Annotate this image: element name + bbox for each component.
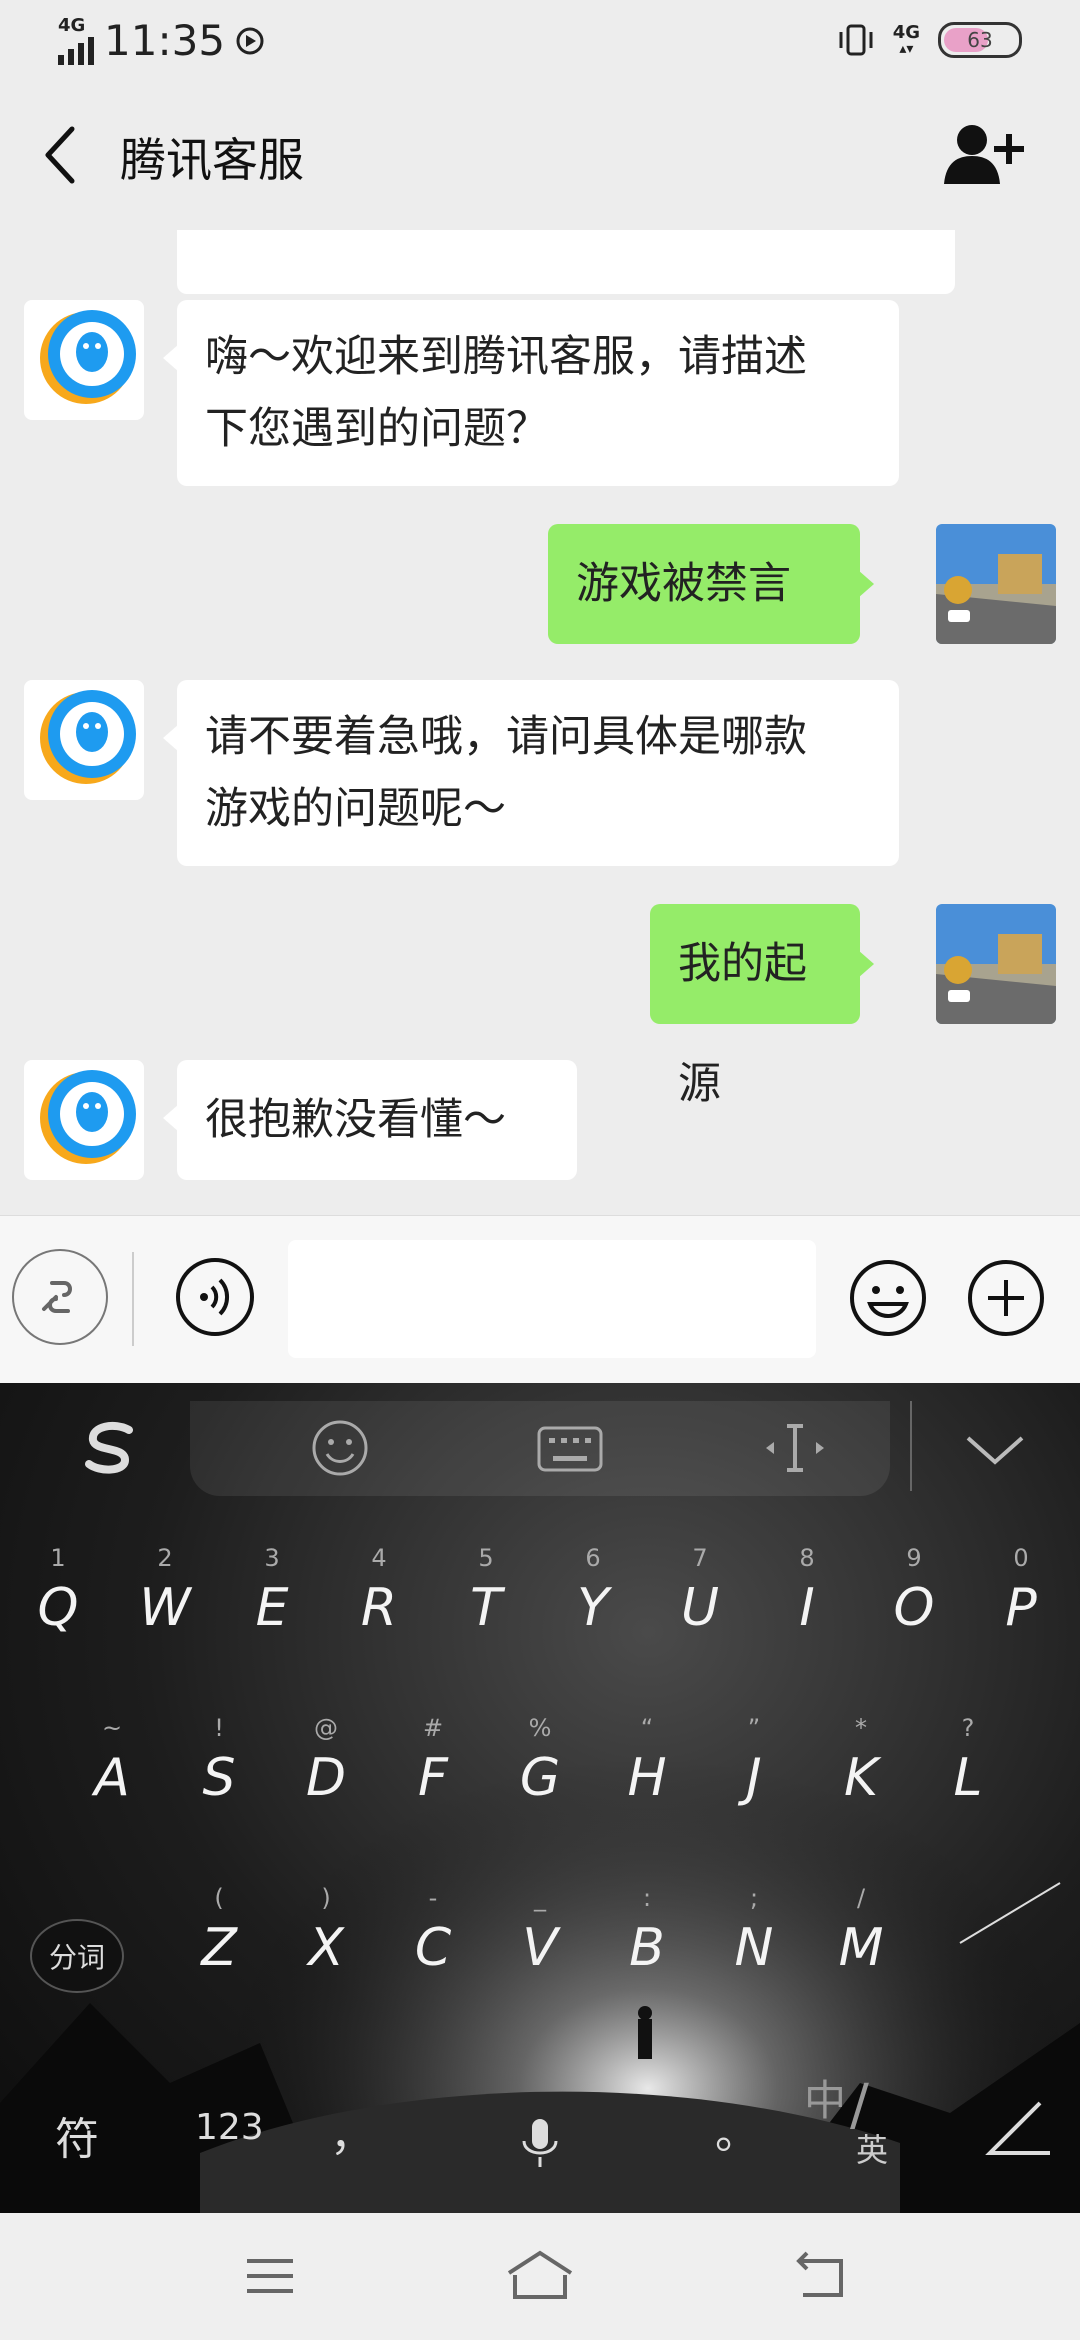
user-photo-icon <box>936 904 1056 1024</box>
key-d[interactable]: @ D <box>286 1713 366 1823</box>
battery-indicator: 63 <box>938 22 1022 58</box>
key-q[interactable]: 1Q <box>18 1543 98 1653</box>
collapse-keyboard-icon[interactable] <box>960 1418 1030 1478</box>
partial-message-bubble <box>177 230 955 294</box>
link-icon <box>42 1281 72 1313</box>
user-avatar[interactable] <box>936 524 1056 644</box>
vibrate-icon <box>839 24 873 56</box>
cursor-move-icon[interactable] <box>760 1418 830 1478</box>
key-l[interactable]: ? L <box>928 1713 1008 1823</box>
message-text: 下您遇到的问题？ <box>205 404 549 454</box>
user-avatar[interactable] <box>936 904 1056 1024</box>
key-h[interactable]: “H <box>607 1713 687 1823</box>
battery-level: 63 <box>967 28 993 52</box>
key-f[interactable]: # F <box>393 1713 473 1823</box>
mobile-data-icon: 4G ▴▾ <box>892 22 920 57</box>
message-text: 嗨～欢迎来到腾讯客服，请描述 <box>205 332 807 382</box>
sogou-logo-icon[interactable] <box>75 1418 145 1478</box>
back-icon[interactable] <box>785 2243 855 2309</box>
cellular-signal-icon: 4G <box>58 14 94 65</box>
title-bar: 腾讯客服 <box>0 80 1080 230</box>
key-x[interactable]: ) X <box>286 1883 366 1993</box>
key-s[interactable]: ! S <box>179 1713 259 1823</box>
back-arrow-icon[interactable] <box>36 123 86 187</box>
keyboard-bottom-row: 符 123 ， 。 中 / 英 <box>0 2063 1080 2203</box>
user-photo-icon <box>936 524 1056 644</box>
key-c[interactable]: -C <box>393 1883 473 1993</box>
qq-service-logo-icon <box>40 690 136 784</box>
fenci-key[interactable]: 分词 <box>30 1919 124 1993</box>
period-key[interactable]: 。 <box>715 2097 759 2161</box>
key-z[interactable]: (Z <box>179 1883 259 1993</box>
service-avatar[interactable] <box>24 1060 144 1180</box>
message-text: 请不要着急哦，请问具体是哪款 <box>205 712 807 762</box>
enter-key-icon[interactable] <box>960 2093 1060 2173</box>
keyboard-toolbar <box>0 1383 1080 1513</box>
key-y[interactable]: 6Y <box>553 1543 633 1653</box>
numbers-key[interactable]: 123 <box>195 2107 264 2148</box>
key-v[interactable]: _ V <box>500 1883 580 1993</box>
message-bubble[interactable]: 嗨～欢迎来到腾讯客服，请描述 下您遇到的问题？ <box>163 300 899 486</box>
key-k[interactable]: * K <box>821 1713 901 1823</box>
home-icon[interactable] <box>505 2243 575 2309</box>
qq-service-logo-icon <box>40 1070 136 1164</box>
key-o[interactable]: 9O <box>874 1543 954 1653</box>
message-text: 很抱歉没看懂～ <box>205 1095 506 1145</box>
status-bar: 4G 11:35 4G ▴▾ 63 <box>0 0 1080 80</box>
key-w[interactable]: 2W <box>125 1543 205 1653</box>
key-u[interactable]: 7U <box>660 1543 740 1653</box>
clock: 11:35 <box>104 16 226 65</box>
chat-area[interactable]: 嗨～欢迎来到腾讯客服，请描述 下您遇到的问题？ 游戏被禁言了 请不要着急哦，请问… <box>0 230 1080 1215</box>
soft-keyboard: 1Q 2W 3E 4R 5T 6Y 7U 8I 9O 0P ~ A ! S @ D #… <box>0 1383 1080 2213</box>
key-p[interactable]: 0P <box>981 1543 1061 1653</box>
message-text: 我的起源 <box>678 939 807 1109</box>
network-type-left: 4G <box>58 14 86 36</box>
key-i[interactable]: 8I <box>767 1543 847 1653</box>
microphone-icon <box>522 2119 558 2167</box>
voice-wave-icon <box>200 1278 230 1316</box>
screen-record-icon <box>236 27 264 54</box>
service-avatar[interactable] <box>24 680 144 800</box>
message-bubble-self[interactable]: 我的起源 <box>650 904 874 1109</box>
more-options-plus-icon[interactable] <box>966 1258 1046 1338</box>
comma-key[interactable]: ， <box>330 2099 374 2163</box>
service-avatar[interactable] <box>24 300 144 420</box>
message-text: 游戏的问题呢～ <box>205 784 506 834</box>
key-j[interactable]: ” J <box>714 1713 794 1823</box>
mini-program-button[interactable] <box>12 1249 108 1345</box>
key-row-2: ~ A ! S @ D # F % G “H ” J * K ? L <box>0 1713 1080 1823</box>
key-n[interactable]: ; N <box>714 1883 794 1993</box>
language-switch-key[interactable]: 中 / 英 <box>800 2063 910 2183</box>
divider <box>132 1252 134 1346</box>
voice-input-button[interactable] <box>176 1258 254 1336</box>
space-key[interactable] <box>420 2083 660 2183</box>
message-bubble[interactable]: 很抱歉没看懂～ <box>163 1060 577 1180</box>
emoji-icon[interactable] <box>305 1418 375 1478</box>
key-row-3: 分词 (Z ) X -C _ V :B ; N / M <box>0 1883 1080 1993</box>
key-r[interactable]: 4R <box>339 1543 419 1653</box>
key-e[interactable]: 3E <box>232 1543 312 1653</box>
qq-service-logo-icon <box>40 310 136 404</box>
keyboard-switch-icon[interactable] <box>535 1418 605 1478</box>
key-m[interactable]: / M <box>821 1883 901 1993</box>
menu-icon[interactable] <box>235 2243 305 2309</box>
key-a[interactable]: ~ A <box>72 1713 152 1823</box>
input-bar <box>0 1215 1080 1384</box>
message-input[interactable] <box>288 1240 816 1358</box>
page-title: 腾讯客服 <box>120 133 304 187</box>
key-t[interactable]: 5T <box>446 1543 526 1653</box>
toolbar-divider <box>910 1401 912 1491</box>
network-type-right: 4G <box>892 22 920 43</box>
key-g[interactable]: % G <box>500 1713 580 1823</box>
key-b[interactable]: :B <box>607 1883 687 1993</box>
system-nav-bar <box>0 2213 1080 2340</box>
backspace-key[interactable] <box>940 1903 1060 1993</box>
symbols-key[interactable]: 符 <box>55 2103 99 2167</box>
emoji-button-icon[interactable] <box>848 1258 928 1338</box>
add-contact-icon[interactable] <box>938 120 1028 190</box>
message-bubble[interactable]: 请不要着急哦，请问具体是哪款 游戏的问题呢～ <box>163 680 899 866</box>
key-row-1: 1Q 2W 3E 4R 5T 6Y 7U 8I 9O 0P <box>0 1543 1080 1653</box>
message-bubble-self[interactable]: 游戏被禁言了 <box>548 524 874 729</box>
